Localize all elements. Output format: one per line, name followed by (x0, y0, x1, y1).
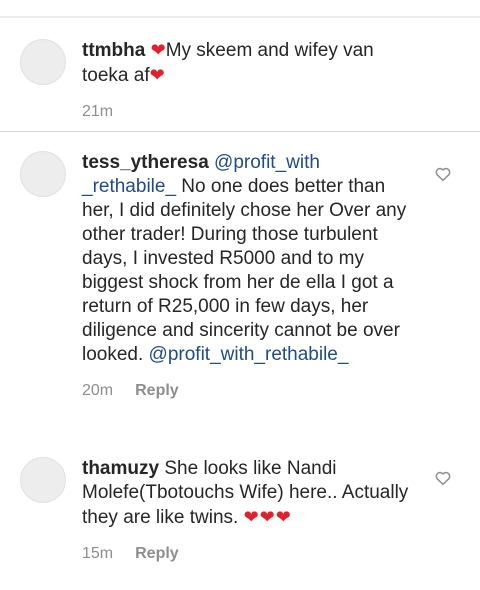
mention-link[interactable]: @profit_with_rethabile_ (149, 344, 349, 365)
reply-button[interactable]: Reply (135, 382, 179, 399)
timestamp: 15m (82, 545, 114, 562)
heart-emoji-icon: ❤ (149, 65, 165, 85)
comment-text: No one does better than her, I did defin… (82, 176, 407, 365)
top-divider (0, 16, 480, 18)
comment-meta: 21m (82, 100, 417, 124)
username[interactable]: tess_ytheresa (82, 152, 209, 173)
avatar[interactable] (20, 39, 66, 85)
heart-outline-icon[interactable] (434, 165, 452, 183)
username[interactable]: ttmbha (82, 40, 145, 61)
avatar[interactable] (20, 457, 66, 503)
comment-meta: 20m Reply (82, 379, 417, 403)
comment-body: thamuzy She looks like Nandi Molefe(Tbot… (82, 457, 417, 566)
avatar[interactable] (20, 151, 66, 197)
comment-meta: 15m Reply (82, 542, 417, 566)
timestamp: 21m (82, 103, 114, 120)
heart-emoji-icon: ❤❤❤ (243, 507, 292, 527)
comment-body: ttmbha ❤My skeem and wifey van toeka af❤… (82, 38, 417, 124)
timestamp: 20m (82, 382, 114, 399)
comment-separator (0, 131, 480, 132)
heart-emoji-icon: ❤ (150, 40, 166, 60)
comment-body: tess_ytheresa @profit_with _rethabile_ N… (82, 151, 417, 403)
reply-button[interactable]: Reply (135, 545, 179, 562)
username[interactable]: thamuzy (82, 458, 159, 479)
heart-outline-icon[interactable] (434, 469, 452, 487)
